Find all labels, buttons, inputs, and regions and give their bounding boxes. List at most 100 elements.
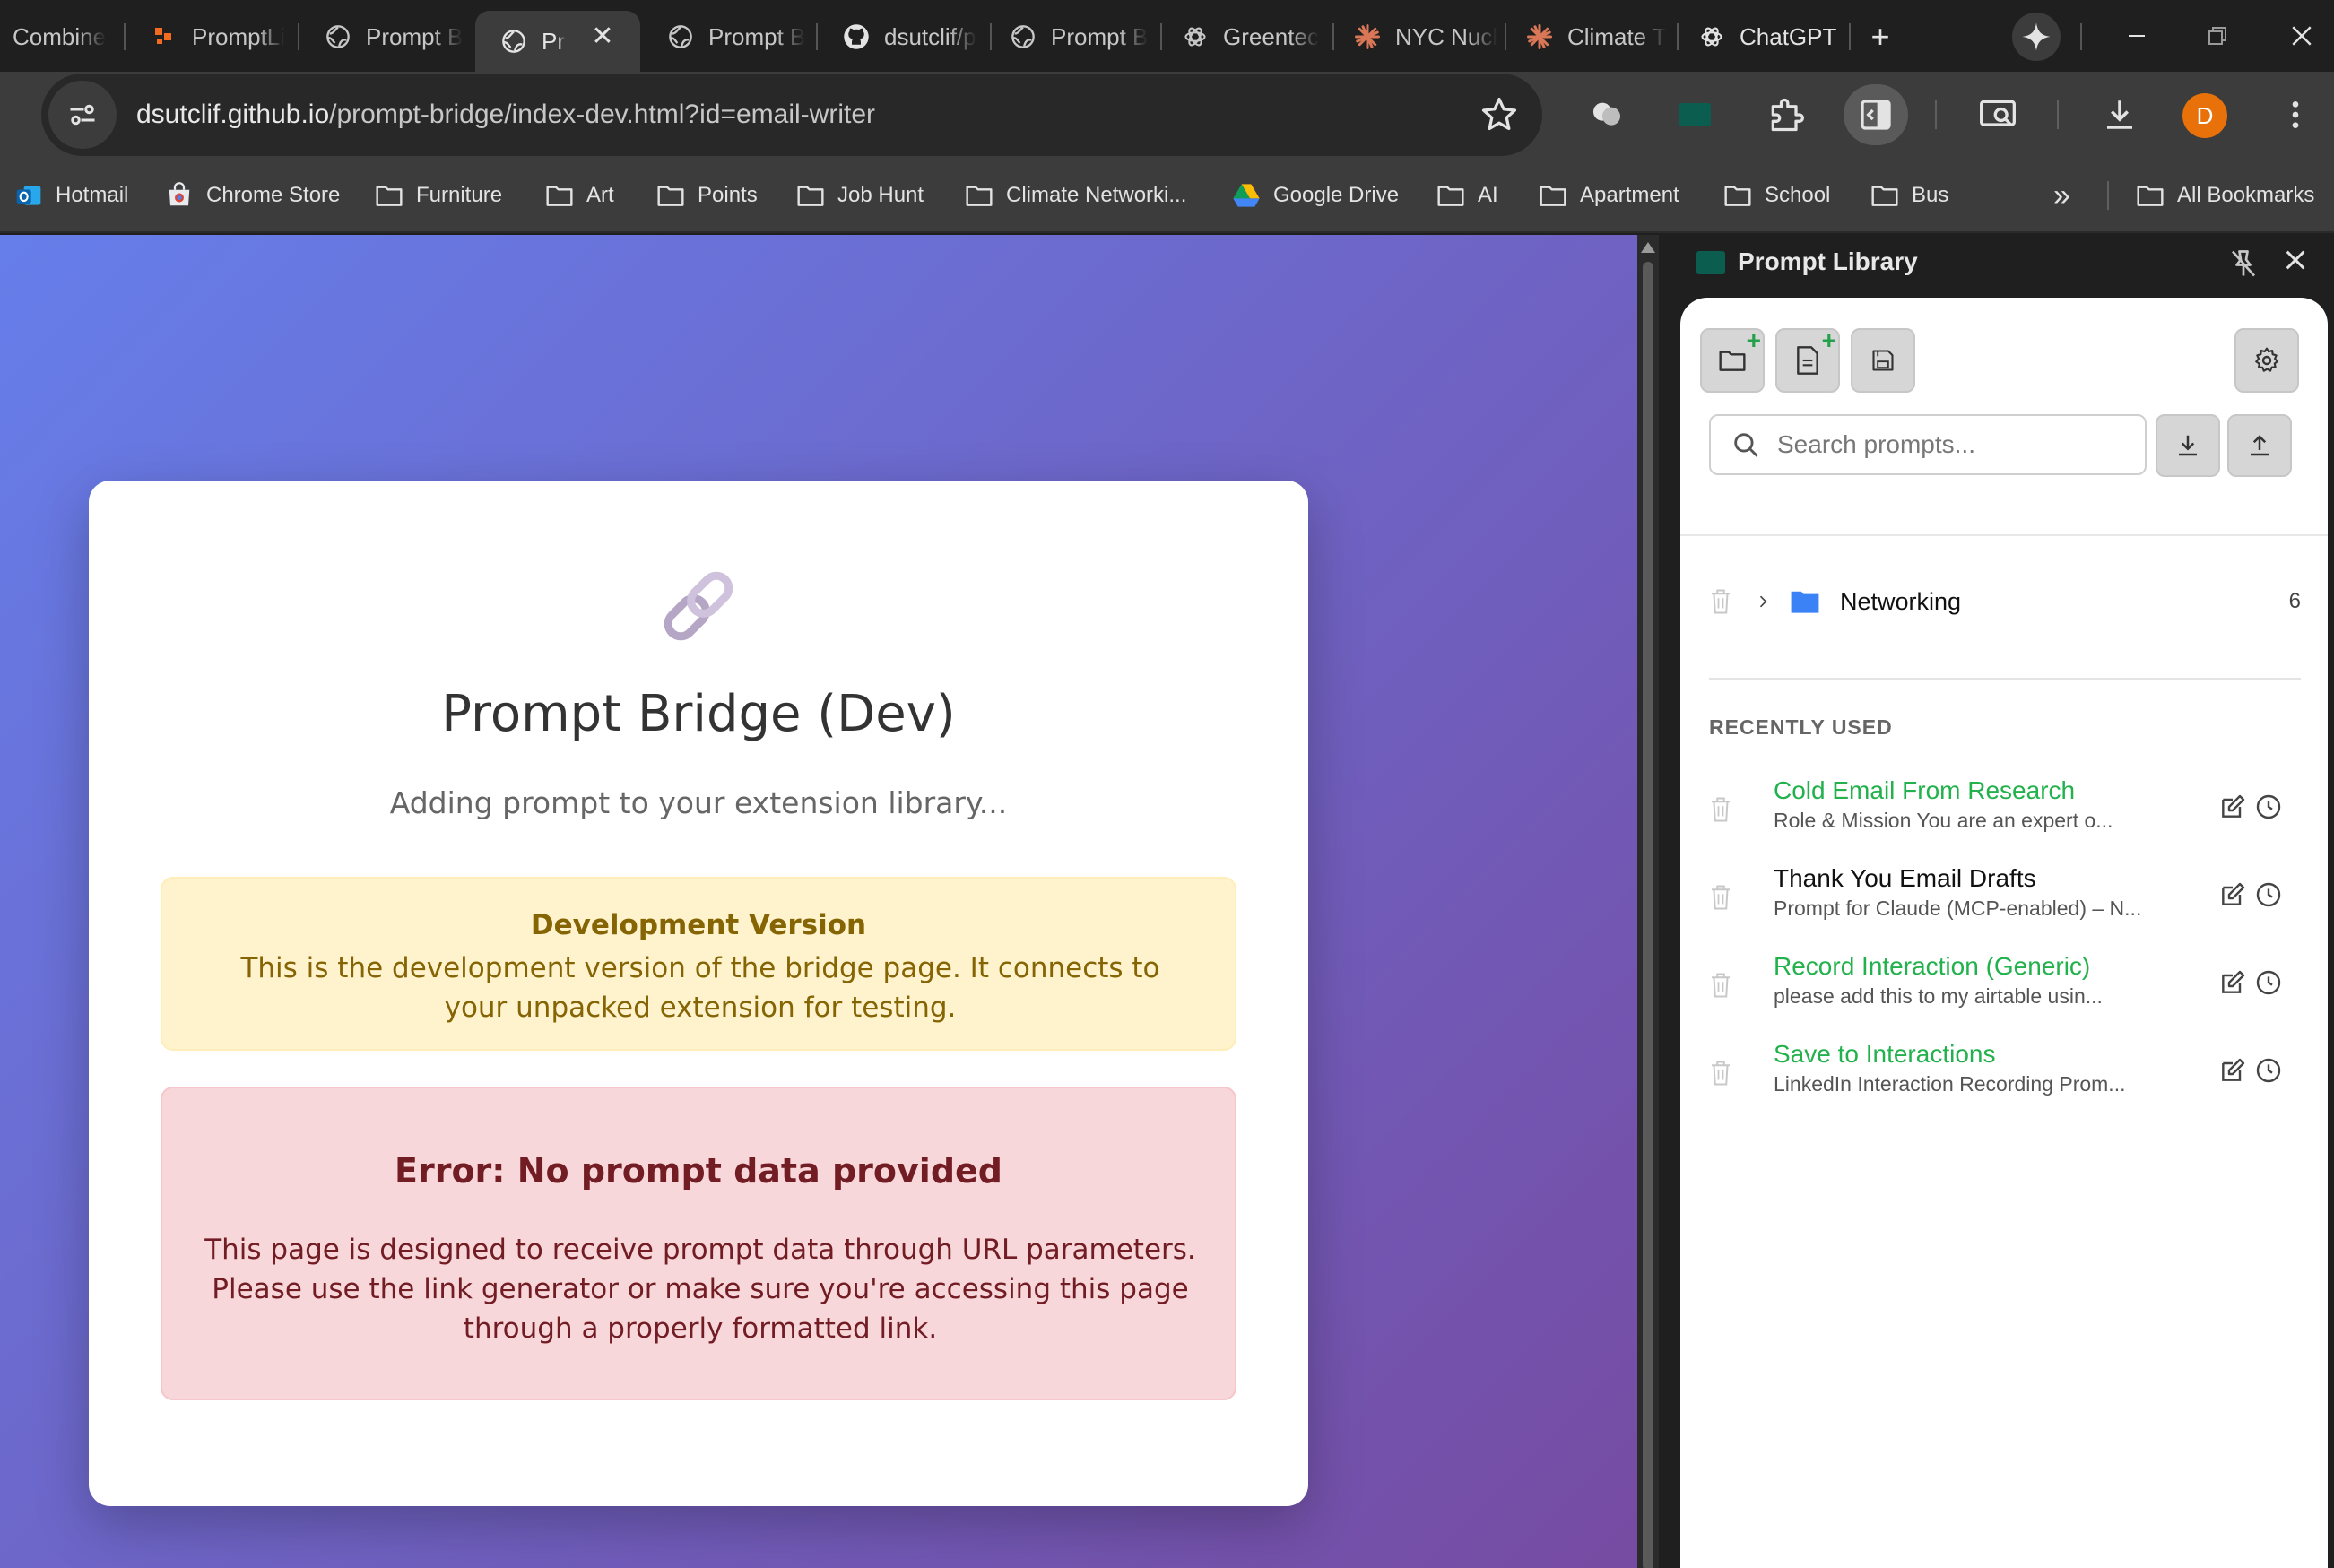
save-icon (1872, 350, 1894, 371)
prompt-title[interactable]: Record Interaction (Generic) (1774, 952, 2090, 981)
new-prompt-button[interactable]: + (1775, 326, 1840, 393)
prompt-description: Role & Mission You are an expert o... (1774, 809, 2113, 832)
browser-tab[interactable]: NYC Nucl (1329, 11, 1503, 63)
bookmark-label: Furniture (416, 183, 503, 207)
close-window-button[interactable] (2270, 9, 2333, 63)
bookmarks-overflow-button[interactable]: » (2053, 174, 2070, 217)
recent-prompt-item[interactable]: Thank You Email Drafts Prompt for Claude… (1709, 857, 2301, 938)
bookmark-google-drive[interactable]: Google Drive (1232, 174, 1399, 217)
edit-icon[interactable] (2218, 880, 2247, 909)
bookmark-folder-apartment[interactable]: Apartment (1539, 174, 1679, 217)
unpin-button[interactable] (2227, 247, 2260, 280)
divider (1680, 534, 2328, 536)
bookmark-folder-furniture[interactable]: Furniture (375, 174, 502, 217)
site-info-button[interactable] (48, 81, 117, 149)
recent-prompt-item[interactable]: Save to Interactions LinkedIn Interactio… (1709, 1033, 2301, 1113)
bookmark-folder-bus[interactable]: Bus (1870, 174, 1948, 217)
globe-icon (325, 23, 351, 50)
profile-avatar[interactable]: D (2182, 93, 2227, 138)
blob-extension-icon (1593, 102, 1620, 126)
folder-item-networking[interactable]: Networking 6 (1709, 574, 2301, 629)
bookmark-folder-ai[interactable]: AI (1436, 174, 1498, 217)
edit-icon[interactable] (2218, 968, 2247, 997)
close-tab-icon[interactable]: ✕ (586, 20, 619, 52)
import-button[interactable] (2156, 414, 2220, 477)
edit-icon[interactable] (2218, 793, 2247, 821)
all-bookmarks-button[interactable]: All Bookmarks (2136, 174, 2314, 217)
folder-icon (1539, 181, 1567, 210)
folder-count: 6 (2288, 589, 2301, 613)
side-panel-header: Prompt Library (1659, 235, 2334, 292)
folder-icon (1791, 591, 1819, 613)
settings-button[interactable] (2234, 328, 2299, 393)
url-text[interactable]: dsutclif.github.io/prompt-bridge/index-d… (136, 100, 875, 130)
export-button[interactable] (2227, 414, 2292, 477)
clock-icon[interactable] (2254, 880, 2283, 909)
search-input[interactable] (1777, 430, 2136, 459)
bookmark-star-button[interactable] (1479, 95, 1519, 134)
url-host: dsutclif.github.io (136, 100, 330, 129)
gemini-button[interactable] (2012, 13, 2061, 61)
clock-icon[interactable] (2254, 1056, 2283, 1085)
scrollbar-thumb[interactable] (1643, 262, 1653, 1568)
trash-icon[interactable] (1709, 588, 1732, 615)
search-icon (1734, 433, 1758, 457)
browser-tab[interactable]: Greentec (1157, 11, 1331, 63)
downloads-button[interactable] (2096, 91, 2143, 138)
trash-icon[interactable] (1709, 1060, 1732, 1087)
browser-menu-button[interactable] (2272, 91, 2319, 138)
lens-search-button[interactable] (1974, 91, 2021, 138)
new-tab-button[interactable]: + (1856, 13, 1905, 61)
error-title: Error: No prompt data provided (395, 1151, 1002, 1191)
address-bar[interactable]: dsutclif.github.io/prompt-bridge/index-d… (41, 74, 1542, 156)
browser-tab[interactable]: Prompt B (642, 11, 814, 63)
clock-icon[interactable] (2254, 968, 2283, 997)
prompt-title[interactable]: Thank You Email Drafts (1774, 864, 2036, 893)
trash-icon[interactable] (1709, 796, 1732, 823)
recent-prompt-item[interactable]: Record Interaction (Generic) please add … (1709, 945, 2301, 1026)
download-icon (2107, 100, 2132, 129)
bookmark-chrome-store[interactable]: Chrome Store (165, 174, 340, 217)
browser-tab[interactable]: Prompt B (299, 11, 470, 63)
extension-button[interactable] (1583, 91, 1630, 138)
trash-icon[interactable] (1709, 884, 1732, 911)
claude-icon (1354, 23, 1381, 50)
bookmark-folder-school[interactable]: School (1723, 174, 1830, 217)
bookmark-folder-climate-networking[interactable]: Climate Networki... (965, 174, 1186, 217)
edit-icon[interactable] (2218, 1056, 2247, 1085)
browser-tab[interactable]: Prompt B (985, 11, 1158, 63)
restore-button[interactable] (2186, 9, 2249, 63)
prompt-library-extension-button[interactable] (1671, 91, 1718, 138)
search-box[interactable] (1709, 414, 2147, 475)
prompt-title[interactable]: Cold Email From Research (1774, 776, 2075, 805)
folder-icon (1870, 181, 1899, 210)
page-scrollbar[interactable] (1637, 235, 1659, 1568)
browser-tab[interactable]: PromptLi (126, 11, 296, 63)
browser-tab[interactable]: dsutclif/p (818, 11, 990, 63)
browser-tab[interactable]: Combine (0, 11, 122, 63)
bookmark-hotmail[interactable]: Hotmail (14, 174, 128, 217)
browser-tab[interactable]: Climate T (1501, 11, 1675, 63)
save-button[interactable] (1851, 328, 1915, 393)
extensions-button[interactable] (1763, 91, 1809, 138)
close-side-panel-button[interactable] (2281, 246, 2317, 282)
tab-title: Combine (13, 22, 107, 50)
bookmark-folder-art[interactable]: Art (545, 174, 614, 217)
bookmark-label: Climate Networki... (1006, 183, 1187, 207)
trash-icon[interactable] (1709, 972, 1732, 999)
bookmark-folder-points[interactable]: Points (656, 174, 758, 217)
bookmark-label: Apartment (1580, 183, 1679, 207)
browser-tab[interactable]: ChatGPT (1673, 11, 1849, 63)
folder-icon (1436, 181, 1465, 210)
prompt-title[interactable]: Save to Interactions (1774, 1040, 1995, 1069)
bookmark-label: All Bookmarks (2177, 183, 2315, 207)
side-panel-button[interactable] (1844, 84, 1908, 145)
clock-icon[interactable] (2254, 793, 2283, 821)
bookmark-folder-job-hunt[interactable]: Job Hunt (796, 174, 924, 217)
tab-title: PromptLi (192, 22, 286, 50)
recent-prompt-item[interactable]: Cold Email From Research Role & Mission … (1709, 769, 2301, 850)
chevron-right-icon[interactable] (1754, 593, 1772, 611)
scroll-up-arrow[interactable] (1641, 242, 1655, 253)
new-folder-button[interactable]: + (1700, 326, 1765, 393)
minimize-button[interactable] (2105, 9, 2168, 63)
